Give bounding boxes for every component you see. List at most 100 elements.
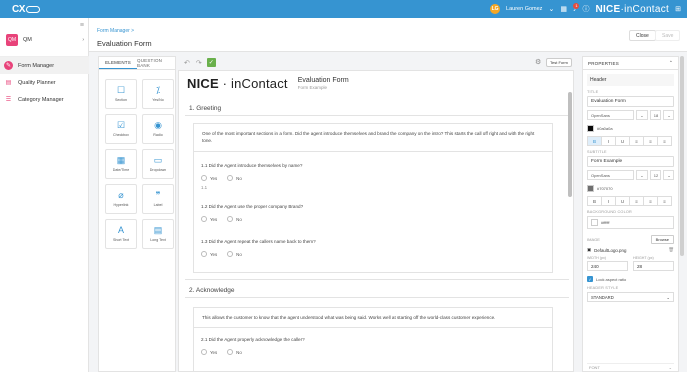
tab-question-bank[interactable]: QUESTION BANK [137,57,175,69]
sidebar-item-quality-planner[interactable]: ▤ Quality Planner [0,74,89,91]
bold-button[interactable]: B [587,196,602,206]
bold-button[interactable]: B [587,136,602,146]
element-hyperlink[interactable]: ⌀ Hyperlink [105,184,137,214]
chevron-down-icon[interactable]: ⌄ [636,170,648,180]
option-yes[interactable]: Yes [201,175,217,181]
question-text[interactable]: 2.1 Did the Agent properly acknowledge t… [201,337,305,342]
italic-button[interactable]: I [601,196,616,206]
sidebar-nav: ✎ Form Manager ▤ Quality Planner ☰ Categ… [0,56,89,108]
subtitle-label: SUBTITLE [587,150,607,154]
option-no[interactable]: No [227,349,242,355]
title-color-row[interactable]: #0a0a0a [587,123,674,133]
module-selector[interactable]: QM QM › [6,34,84,46]
element-radio[interactable]: ◉ Radio [142,114,174,144]
hamburger-icon[interactable]: ≡ [80,22,84,29]
title-input[interactable]: Evaluation Form [587,96,674,107]
underline-button[interactable]: U [615,136,630,146]
canvas-scrollbar[interactable] [568,92,572,197]
qm-icon: QM [6,34,18,46]
align-left-button[interactable]: ≡ [629,136,644,146]
question-text[interactable]: 1.1 Did the Agent introduce themselves b… [201,163,302,168]
color-swatch[interactable] [587,124,594,132]
avatar[interactable]: LG [490,4,501,14]
chevron-down-icon[interactable]: ⌄ [548,5,554,13]
header-style-select[interactable]: STANDARD ⌄ [587,292,674,302]
background-color-value: #ffffff [601,220,610,225]
redo-icon[interactable]: ↷ [196,59,202,67]
italic-button[interactable]: I [601,136,616,146]
font-section[interactable]: FONT ⌄ [587,363,674,371]
section-heading[interactable]: 2. Acknowledge [189,287,235,294]
breadcrumb[interactable]: Form Manager > [97,28,134,34]
element-dropdown[interactable]: ▭ Dropdown [142,149,174,179]
undo-icon[interactable]: ↶ [184,59,190,67]
option-no[interactable]: No [227,175,242,181]
chevron-down-icon[interactable]: ⌄ [636,110,648,120]
browse-button[interactable]: Browse [650,235,674,244]
question-options: Yes No [201,175,242,181]
align-center-button[interactable]: ≡ [643,196,658,206]
bell-icon[interactable]: ♪ 1 [573,2,580,13]
title-font-size-select[interactable]: 18 [649,110,662,120]
option-no[interactable]: No [227,216,242,222]
subtitle-input[interactable]: Form Example [587,156,674,167]
question-text[interactable]: 1.2 Did the Agent use the proper company… [201,204,303,209]
section-intro[interactable]: This allows the customer to know that th… [193,307,553,329]
chevron-down-icon[interactable]: ⌄ [663,110,674,120]
save-icon[interactable]: ✓ [206,58,216,67]
chevron-up-icon[interactable]: ⌃ [669,60,673,66]
title-label: TITLE [587,90,599,94]
element-section[interactable]: ☐ Section [105,79,137,109]
element-short-text[interactable]: A Short Text [105,219,137,249]
cx-logo[interactable]: CX [12,4,40,15]
help-icon[interactable]: ⓘ [582,4,589,14]
gear-icon[interactable]: ⚙ [535,58,541,66]
element-long-text[interactable]: ▤ Long Text [142,219,174,249]
align-right-button[interactable]: ≡ [657,196,672,206]
tab-elements[interactable]: ELEMENTS [99,57,137,69]
grid-icon[interactable]: ▦ [560,5,567,13]
save-button[interactable]: Save [655,30,681,41]
section-intro[interactable]: One of the most important sections in a … [193,123,553,152]
cx-logo-pill-icon [25,5,40,13]
element-label[interactable]: ❞ Label [142,184,174,214]
lock-aspect-checkbox[interactable]: ✓ Lock aspect ratio [587,276,674,282]
option-yes[interactable]: Yes [201,216,217,222]
color-swatch[interactable] [587,184,594,192]
user-name[interactable]: Lauren Gomez [506,6,542,12]
test-form-button[interactable]: Test Form [546,58,572,67]
apps-icon[interactable]: ⊞ [675,5,681,13]
subtitle-font-size-select[interactable]: 12 [649,170,662,180]
width-input[interactable]: 240 [587,261,628,271]
underline-button[interactable]: U [615,196,630,206]
element-checkbox[interactable]: ☑ Checkbox [105,114,137,144]
close-button[interactable]: Close [629,30,656,41]
long-text-icon: ▤ [153,225,163,235]
properties-scrollbar[interactable] [680,56,684,256]
option-no[interactable]: No [227,251,242,257]
question-text[interactable]: 1.3 Did the Agent repeat the callers nam… [201,239,316,244]
option-yes[interactable]: Yes [201,349,217,355]
font-section-label: FONT [589,365,600,370]
height-input[interactable]: 28 [633,261,674,271]
element-date-time[interactable]: ▦ Date/Time [105,149,137,179]
sidebar-item-form-manager[interactable]: ✎ Form Manager [0,57,89,74]
background-color-picker[interactable]: #ffffff [587,216,674,229]
trash-icon[interactable]: 🗑 [668,247,674,253]
form-header[interactable]: NICE · inContact Evaluation Form Form Ex… [187,76,349,91]
element-yes-no[interactable]: ⁒ Yes/No [142,79,174,109]
chevron-down-icon[interactable]: ⌄ [663,170,674,180]
section-icon: ☐ [116,85,126,95]
option-label: Yes [210,349,218,355]
align-right-button[interactable]: ≡ [657,136,672,146]
subtitle-font-family-select[interactable]: OpenSans [587,170,635,180]
sidebar-item-category-manager[interactable]: ☰ Category Manager [0,91,89,108]
option-yes[interactable]: Yes [201,251,217,257]
subtitle-color-row[interactable]: #707070 [587,183,674,193]
top-bar: CX LG Lauren Gomez ⌄ ▦ ♪ 1 ⓘ NICE·inConta… [0,0,687,18]
option-label: Yes [210,251,218,257]
title-font-family-select[interactable]: OpenSans [587,110,635,120]
section-heading[interactable]: 1. Greeting [189,105,221,112]
align-left-button[interactable]: ≡ [629,196,644,206]
align-center-button[interactable]: ≡ [643,136,658,146]
